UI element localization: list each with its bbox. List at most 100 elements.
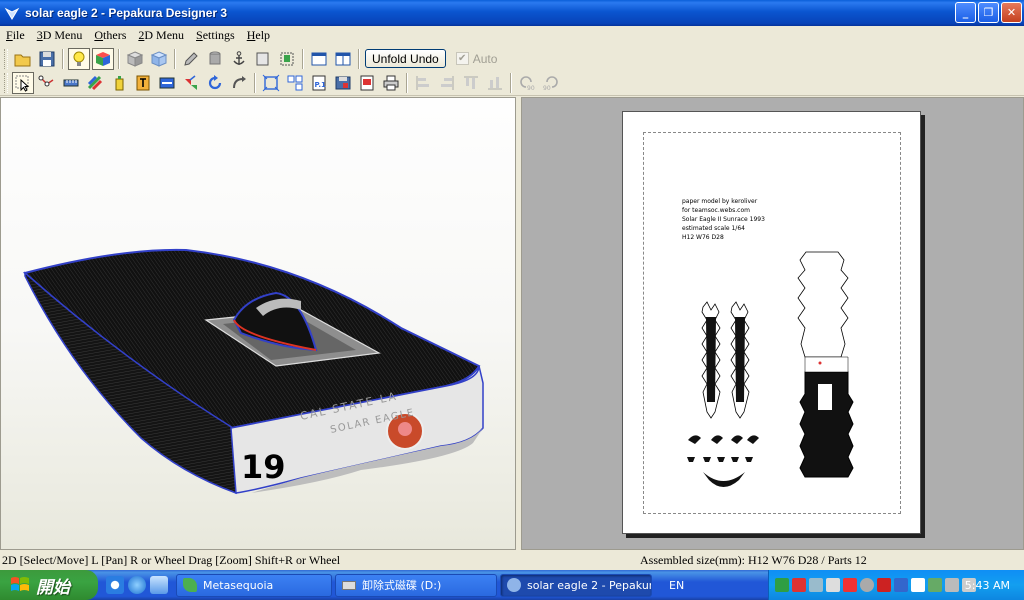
wireframe-button[interactable] bbox=[124, 48, 146, 70]
svg-text:90: 90 bbox=[543, 85, 551, 92]
align-top-icon bbox=[464, 76, 478, 89]
auto-checkbox[interactable]: ✔ Auto bbox=[455, 51, 498, 66]
flap-button[interactable] bbox=[84, 72, 106, 94]
minimize-button[interactable]: _ bbox=[955, 2, 976, 23]
rotate-arrow-icon bbox=[208, 75, 222, 90]
leaf-icon bbox=[183, 578, 197, 592]
toolbar-grip[interactable] bbox=[4, 73, 8, 93]
face-button[interactable] bbox=[148, 48, 170, 70]
open-button[interactable] bbox=[12, 48, 34, 70]
clock[interactable]: 5:43 AM bbox=[965, 579, 1010, 592]
export-button[interactable] bbox=[332, 72, 354, 94]
window-pane-icon bbox=[311, 52, 327, 65]
save-button[interactable] bbox=[36, 48, 58, 70]
edge-tool-button[interactable] bbox=[36, 72, 58, 94]
cylinder-icon bbox=[209, 51, 221, 64]
menu-help[interactable]: Help bbox=[241, 28, 276, 43]
edit-button[interactable] bbox=[180, 48, 202, 70]
edge-nodes-icon bbox=[38, 75, 54, 87]
align-top-button[interactable] bbox=[460, 72, 482, 94]
green-piece-icon bbox=[280, 52, 294, 65]
close-button[interactable]: ✕ bbox=[1001, 2, 1022, 23]
taskbar: 開始 Metasequoia 卸除式磁碟 (D:) solar eagle 2 … bbox=[0, 570, 1024, 600]
language-indicator[interactable]: EN bbox=[669, 579, 699, 592]
internet-explorer-icon[interactable] bbox=[128, 576, 146, 594]
status-size-text: Assembled size(mm): H12 W76 D28 / Parts … bbox=[640, 553, 867, 567]
restore-button[interactable]: ❐ bbox=[978, 2, 999, 23]
tray-network-icon[interactable] bbox=[775, 578, 789, 592]
tray-window-icon[interactable] bbox=[894, 578, 908, 592]
view-split-button[interactable] bbox=[332, 48, 354, 70]
window-title: solar eagle 2 - Pepakura Designer 3 bbox=[25, 6, 228, 20]
tray-safely-remove-icon[interactable] bbox=[928, 578, 942, 592]
blue-cube-icon bbox=[150, 50, 168, 67]
3d-view-pane[interactable]: CAL STATE LA SOLAR EAGLE 19 bbox=[0, 97, 516, 550]
tray-shield-icon[interactable] bbox=[792, 578, 806, 592]
print-button[interactable] bbox=[380, 72, 402, 94]
tray-disc-icon[interactable] bbox=[860, 578, 874, 592]
align-right-button[interactable] bbox=[436, 72, 458, 94]
arrange-grid-icon bbox=[287, 75, 303, 91]
image-tool-button[interactable] bbox=[156, 72, 178, 94]
ruler-button[interactable] bbox=[60, 72, 82, 94]
tray-computer-icon[interactable] bbox=[945, 578, 959, 592]
drive-icon bbox=[342, 580, 356, 590]
close-icon: ✕ bbox=[1006, 6, 1017, 19]
toolbar-separator bbox=[62, 48, 64, 69]
lightbulb-icon bbox=[73, 51, 85, 66]
tray-antivirus-icon[interactable] bbox=[877, 578, 891, 592]
light-toggle-button[interactable] bbox=[68, 47, 90, 70]
menu-file[interactable]: File bbox=[0, 28, 31, 43]
system-tray: 5:43 AM bbox=[768, 570, 1024, 600]
menu-2d[interactable]: 2D Menu bbox=[132, 28, 190, 43]
task-metasequoia[interactable]: Metasequoia bbox=[176, 573, 332, 597]
box-button[interactable] bbox=[252, 48, 274, 70]
page-p1-icon: P.1 bbox=[312, 75, 326, 91]
rotate-left-button[interactable] bbox=[204, 72, 226, 94]
select-tool-button[interactable] bbox=[12, 72, 34, 94]
export-disk-icon bbox=[335, 76, 351, 90]
preview-button[interactable] bbox=[356, 72, 378, 94]
media-player-icon[interactable] bbox=[106, 576, 124, 594]
rotate-cw90-button[interactable]: 90 bbox=[540, 72, 562, 94]
3d-car-model[interactable]: CAL STATE LA SOLAR EAGLE 19 bbox=[1, 98, 517, 551]
auto-label: Auto bbox=[472, 51, 498, 66]
printer-icon bbox=[383, 75, 399, 91]
arrange-button[interactable] bbox=[284, 72, 306, 94]
align-bottom-button[interactable] bbox=[484, 72, 506, 94]
bottle-button[interactable] bbox=[108, 72, 130, 94]
tray-volume-icon[interactable] bbox=[826, 578, 840, 592]
quick-launch bbox=[106, 576, 168, 594]
anchor-icon bbox=[233, 50, 245, 65]
menu-3d[interactable]: 3D Menu bbox=[31, 28, 89, 43]
join-button[interactable] bbox=[180, 72, 202, 94]
2d-view-pane[interactable]: paper model by keroliver for teamsoc.web… bbox=[521, 97, 1024, 550]
page-setup-button[interactable]: P.1 bbox=[308, 72, 330, 94]
task-pepakura[interactable]: solar eagle 2 - Pepakur... bbox=[500, 573, 652, 597]
restore-icon: ❐ bbox=[983, 6, 994, 19]
rotate-ccw90-button[interactable]: 90 bbox=[516, 72, 538, 94]
align-left-button[interactable] bbox=[412, 72, 434, 94]
cylinder-button[interactable] bbox=[204, 48, 226, 70]
tray-help-icon[interactable] bbox=[911, 578, 925, 592]
text-tool-button[interactable] bbox=[132, 72, 154, 94]
tray-monitor-icon[interactable] bbox=[809, 578, 823, 592]
status-mode-text: 2D [Select/Move] L [Pan] R or Wheel Drag… bbox=[2, 553, 341, 567]
unfold-undo-button[interactable]: Unfold Undo bbox=[365, 49, 446, 68]
tray-audio-icon[interactable] bbox=[843, 578, 857, 592]
menu-settings[interactable]: Settings bbox=[190, 28, 241, 43]
view-single-button[interactable] bbox=[308, 48, 330, 70]
rotate-right-button[interactable] bbox=[228, 72, 250, 94]
start-button[interactable]: 開始 bbox=[0, 570, 98, 600]
texture-toggle-button[interactable] bbox=[92, 47, 114, 70]
print-page[interactable]: paper model by keroliver for teamsoc.web… bbox=[622, 111, 921, 534]
unfolded-parts[interactable] bbox=[623, 112, 922, 535]
fit-view-button[interactable] bbox=[260, 72, 282, 94]
piece-button[interactable] bbox=[276, 48, 298, 70]
show-desktop-icon[interactable] bbox=[150, 576, 168, 594]
toolbar-grip[interactable] bbox=[4, 48, 8, 69]
anchor-button[interactable] bbox=[228, 48, 250, 70]
menu-others[interactable]: Others bbox=[88, 28, 132, 43]
task-removable-disk[interactable]: 卸除式磁碟 (D:) bbox=[335, 573, 497, 597]
save-disk-icon bbox=[39, 51, 55, 66]
